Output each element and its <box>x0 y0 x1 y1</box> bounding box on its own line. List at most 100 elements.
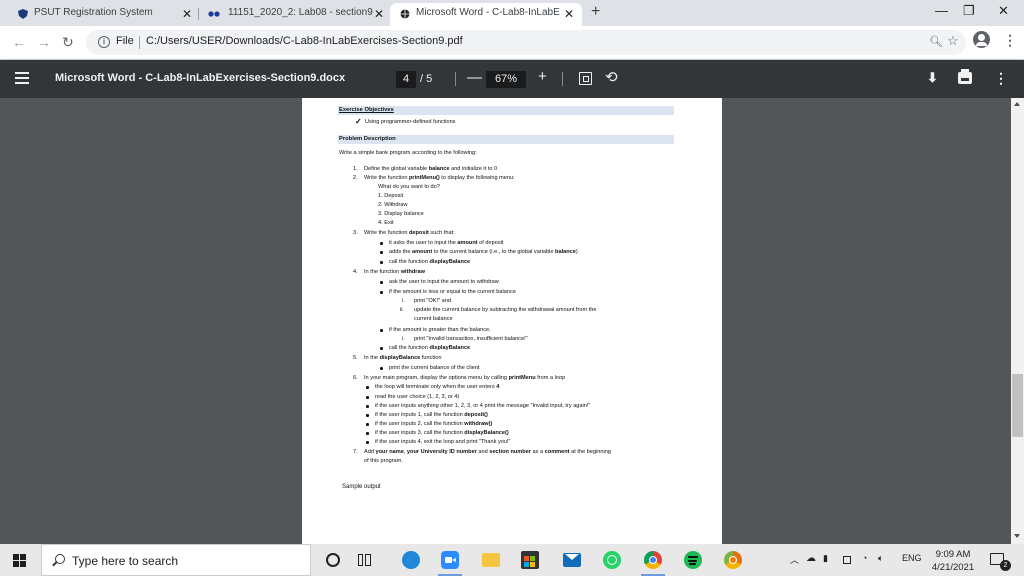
bullet-icon <box>366 414 369 417</box>
zoom-app-icon[interactable] <box>441 551 459 569</box>
forward-arrow-icon[interactable]: → <box>37 34 51 50</box>
search-placeholder: Type here to search <box>72 554 179 568</box>
bookmark-star-icon[interactable]: ☆ <box>947 33 959 49</box>
item-3-bullet: call the function displayBalance <box>389 259 471 265</box>
bullet-icon <box>366 441 369 444</box>
item-2: Write the function printMenu() to displa… <box>364 175 515 181</box>
item-4-sub: current balance <box>414 316 453 322</box>
wifi-icon[interactable]: ◔ <box>862 553 867 563</box>
scroll-thumb[interactable] <box>1012 374 1023 437</box>
restore-button[interactable]: ❐ <box>963 4 975 18</box>
bullet-icon <box>366 386 369 389</box>
chrome-canary-icon[interactable] <box>724 551 742 569</box>
roman-numeral: ii. <box>400 307 405 313</box>
omnibox-divider <box>139 36 140 49</box>
tab-title: PSUT Registration System <box>34 7 153 18</box>
vertical-scrollbar[interactable] <box>1011 98 1024 544</box>
url-text[interactable]: C:/Users/USER/Downloads/C-Lab8-InLabExer… <box>146 35 463 47</box>
item-1: Define the global variable balance and i… <box>364 166 498 172</box>
print-icon[interactable] <box>958 69 972 84</box>
tab-pdf-active[interactable]: Microsoft Word - C-Lab8-InLabE ✕ <box>390 3 582 26</box>
zoom-out-button[interactable]: — <box>467 69 482 87</box>
volume-icon[interactable]: 🔈︎ <box>878 553 883 564</box>
info-icon[interactable]: i <box>98 36 110 48</box>
mail-icon[interactable] <box>563 553 581 567</box>
item-5-bullet: print the current balance of the client <box>389 365 480 371</box>
item-number: 2. <box>353 175 358 181</box>
battery-icon[interactable]: ▮ <box>823 553 828 564</box>
checkmark-icon: ✓ <box>355 117 362 126</box>
shield-favicon-icon <box>18 9 28 19</box>
clock[interactable]: 9:09 AM 4/21/2021 <box>928 548 978 574</box>
windows-start-icon[interactable] <box>13 554 26 567</box>
spotify-icon[interactable] <box>684 551 702 569</box>
zoom-level-input[interactable]: 67% <box>486 71 526 88</box>
rotate-icon[interactable]: ⟲ <box>605 69 618 87</box>
pdf-viewer[interactable]: Exercise Objectives ✓ Using programmer-d… <box>0 98 1024 544</box>
item-4-sub: print "Invalid transaction, insufficient… <box>414 336 528 342</box>
edge-icon[interactable] <box>402 551 420 569</box>
item-7: Add your name, your University ID number… <box>364 449 611 455</box>
download-icon[interactable]: ⬇ <box>927 70 938 86</box>
menu-option: 2. Withdraw <box>378 202 408 208</box>
scroll-up-arrow-icon[interactable] <box>1014 102 1020 106</box>
minimize-button[interactable]: — <box>935 4 948 18</box>
browser-menu-icon[interactable]: ⋮ <box>1003 32 1017 48</box>
file-explorer-icon[interactable] <box>482 553 500 567</box>
item-number: 3. <box>353 230 358 236</box>
close-window-button[interactable]: ✕ <box>998 4 1009 18</box>
cortana-icon[interactable] <box>326 553 340 567</box>
bullet-icon <box>380 242 383 245</box>
store-icon[interactable] <box>521 551 539 569</box>
profile-avatar-icon[interactable] <box>973 31 990 48</box>
fit-to-page-icon[interactable] <box>579 72 592 85</box>
close-tab-icon[interactable]: ✕ <box>564 7 574 21</box>
zoom-icon[interactable]: 🔍︎ <box>929 35 943 48</box>
item-4-bullet: if the amount is less or equal to the cu… <box>389 289 516 295</box>
objective-text: Using programmer-defined functions <box>365 119 456 125</box>
address-bar[interactable]: i File C:/Users/USER/Downloads/C-Lab8-In… <box>86 30 966 55</box>
notification-count: 2 <box>1000 560 1011 571</box>
reload-icon[interactable]: ↻ <box>62 34 74 50</box>
zoom-in-button[interactable]: + <box>538 68 547 86</box>
tablet-icon[interactable] <box>843 556 851 564</box>
taskbar-search-box[interactable]: Type here to search <box>41 544 311 576</box>
tab-lab08[interactable]: 11151_2020_2: Lab08 - section9 ✕ <box>196 3 392 26</box>
chevron-up-icon[interactable]: ︿ <box>790 553 799 566</box>
menu-question: What do you want to do? <box>378 184 440 190</box>
new-tab-button[interactable]: + <box>591 4 600 20</box>
tab-psut[interactable]: PSUT Registration System ✕ <box>0 3 196 26</box>
toolbar-divider <box>562 72 563 86</box>
bullet-icon <box>380 367 383 370</box>
bullet-icon <box>380 251 383 254</box>
hamburger-menu-icon[interactable] <box>15 72 29 84</box>
page-total: / 5 <box>420 73 433 85</box>
item-3-bullet: it asks the user to input the amount of … <box>389 240 504 246</box>
item-4-bullet: ask the user to input the amount to with… <box>389 279 499 285</box>
clock-time: 9:09 AM <box>935 549 971 560</box>
page-number-input[interactable]: 4 <box>396 71 416 88</box>
item-4-bullet: if the amount is greater than the balanc… <box>389 327 491 333</box>
item-4: In the function withdraw <box>364 269 425 275</box>
roman-numeral: i. <box>402 336 405 342</box>
scroll-down-arrow-icon[interactable] <box>1014 534 1020 538</box>
bullet-icon <box>366 423 369 426</box>
close-tab-icon[interactable]: ✕ <box>182 7 192 21</box>
item-6-bullet: if the user inputs anything other 1, 2, … <box>375 403 591 409</box>
onedrive-icon[interactable]: ☁ <box>806 553 816 564</box>
toolbar-divider <box>455 72 456 86</box>
back-arrow-icon[interactable]: ← <box>12 34 26 50</box>
task-view-icon[interactable] <box>358 553 372 567</box>
scheme-label: File <box>116 35 134 47</box>
menu-option: 3. Display balance <box>378 211 424 217</box>
close-tab-icon[interactable]: ✕ <box>374 7 384 21</box>
roman-numeral: i. <box>402 298 405 304</box>
pdf-more-icon[interactable]: ⋮ <box>994 70 1008 86</box>
bullet-icon <box>380 347 383 350</box>
language-indicator[interactable]: ENG <box>902 553 922 563</box>
chrome-icon[interactable] <box>644 551 662 569</box>
whatsapp-icon[interactable] <box>603 551 621 569</box>
pdf-page: Exercise Objectives ✓ Using programmer-d… <box>302 98 722 544</box>
moodle-favicon-icon <box>208 11 220 17</box>
tab-title: Microsoft Word - C-Lab8-InLabE <box>416 7 560 18</box>
